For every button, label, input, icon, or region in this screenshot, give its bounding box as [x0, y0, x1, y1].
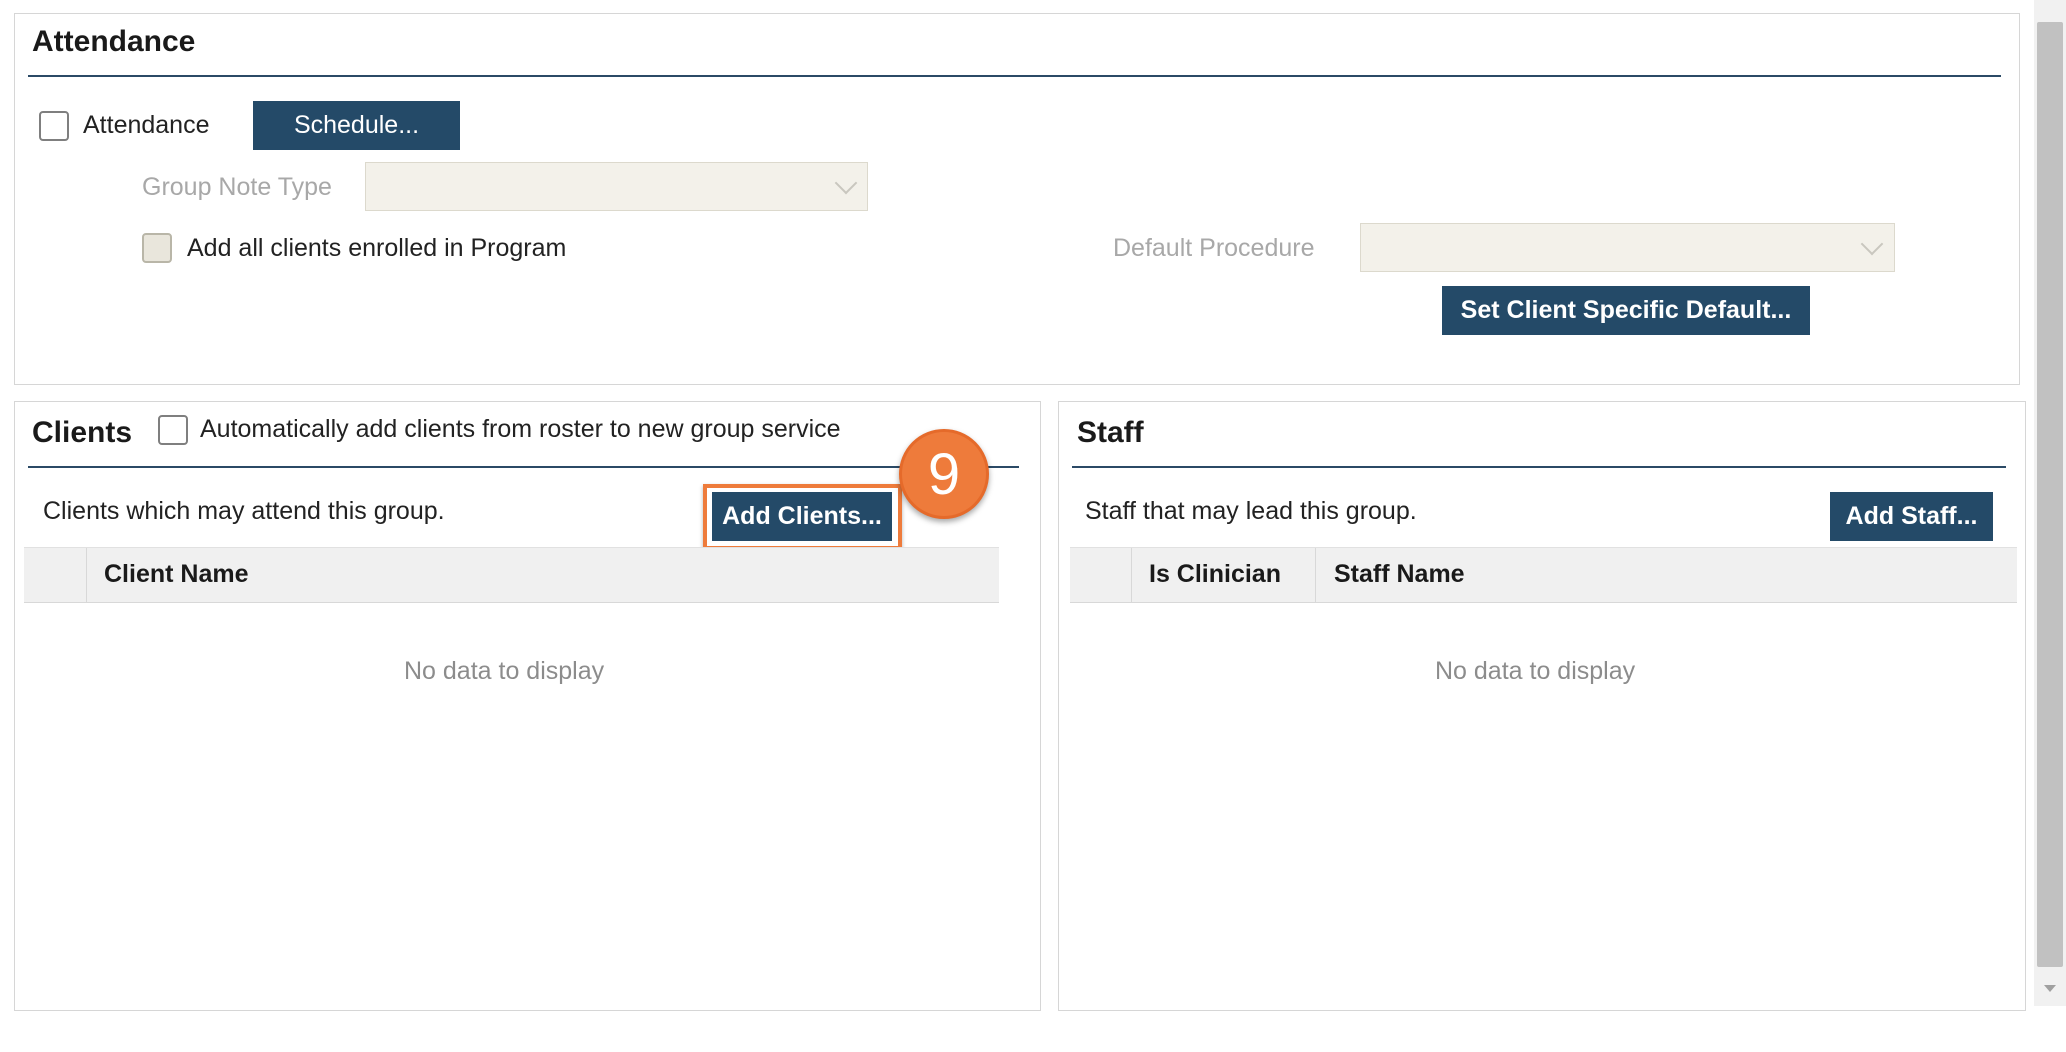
- clients-divider: [28, 466, 1019, 468]
- clients-grid-select-column: [24, 548, 87, 602]
- add-all-clients-label: Add all clients enrolled in Program: [187, 234, 567, 262]
- group-note-type-label: Group Note Type: [142, 173, 332, 201]
- clients-description: Clients which may attend this group.: [43, 497, 445, 525]
- auto-add-clients-label: Automatically add clients from roster to…: [200, 415, 841, 443]
- staff-title: Staff: [1077, 416, 1144, 449]
- clients-grid-header: Client Name: [24, 547, 999, 603]
- client-name-column-header[interactable]: Client Name: [104, 560, 248, 589]
- add-staff-button[interactable]: Add Staff...: [1830, 492, 1993, 541]
- staff-empty-message: No data to display: [1435, 657, 1636, 685]
- attendance-title: Attendance: [32, 25, 196, 58]
- group-note-type-select[interactable]: [365, 162, 868, 211]
- add-clients-highlight: [703, 484, 902, 550]
- is-clinician-column-header[interactable]: Is Clinician: [1149, 560, 1281, 589]
- scroll-down-arrow-icon[interactable]: [2044, 985, 2056, 992]
- set-client-specific-default-button[interactable]: Set Client Specific Default...: [1442, 286, 1810, 335]
- clients-empty-message: No data to display: [404, 657, 605, 685]
- staff-description: Staff that may lead this group.: [1085, 497, 1417, 525]
- chevron-down-icon: [834, 171, 858, 195]
- staff-grid-header: Is Clinician Staff Name: [1070, 547, 2017, 603]
- staff-divider: [1072, 466, 2006, 468]
- clients-title: Clients: [32, 416, 133, 449]
- attendance-checkbox[interactable]: [39, 111, 69, 141]
- attendance-checkbox-label: Attendance: [83, 111, 210, 139]
- step-badge: 9: [899, 429, 989, 519]
- default-procedure-label: Default Procedure: [1113, 234, 1315, 262]
- staff-name-column-header[interactable]: Staff Name: [1334, 560, 1465, 589]
- default-procedure-select[interactable]: [1360, 223, 1895, 272]
- scrollbar-thumb[interactable]: [2037, 22, 2063, 967]
- staff-grid-select-column: [1070, 548, 1132, 602]
- chevron-down-icon: [1860, 232, 1884, 256]
- add-all-clients-checkbox[interactable]: [142, 233, 172, 263]
- attendance-divider: [28, 75, 2001, 77]
- auto-add-clients-checkbox[interactable]: [158, 415, 188, 445]
- schedule-button[interactable]: Schedule...: [253, 101, 460, 150]
